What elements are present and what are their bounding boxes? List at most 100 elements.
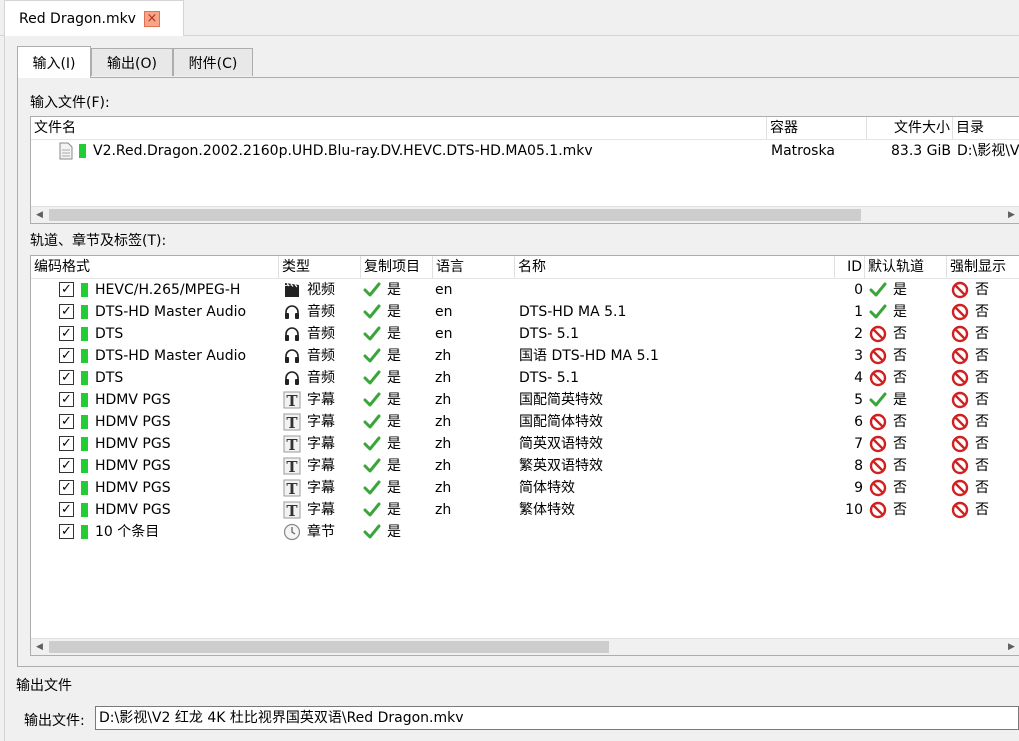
subtitle-icon: T bbox=[283, 479, 301, 498]
track-language: zh bbox=[435, 348, 452, 364]
track-forced: 否 bbox=[975, 480, 989, 496]
input-tab-panel: 输入文件(F): 文件名 容器 文件大小 目录 V2.Red.Dragon.20… bbox=[17, 77, 1019, 667]
check-icon bbox=[869, 281, 887, 299]
scroll-left-icon[interactable]: ◀ bbox=[31, 639, 48, 655]
track-checkbox[interactable]: ✓ bbox=[59, 414, 74, 429]
track-checkbox[interactable]: ✓ bbox=[59, 282, 74, 297]
tab-output[interactable]: 输出(O) bbox=[91, 48, 173, 76]
track-checkbox[interactable]: ✓ bbox=[59, 304, 74, 319]
no-icon bbox=[951, 413, 969, 431]
subtitle-icon: T bbox=[283, 457, 301, 476]
column-header-directory[interactable]: 目录 bbox=[953, 117, 1019, 139]
column-header-name[interactable]: 名称 bbox=[515, 256, 835, 278]
track-checkbox[interactable]: ✓ bbox=[59, 326, 74, 341]
track-row[interactable]: ✓ DTS 音频 是 en DTS- 5.1 2 否 否 bbox=[31, 323, 1019, 345]
track-default: 是 bbox=[893, 392, 907, 408]
track-row[interactable]: ✓ DTS-HD Master Audio 音频 是 en DTS-HD MA 5.1 1 是… bbox=[31, 301, 1019, 323]
no-icon bbox=[869, 457, 887, 475]
no-icon bbox=[869, 479, 887, 497]
no-icon bbox=[951, 391, 969, 409]
check-icon bbox=[363, 435, 381, 453]
track-row[interactable]: ✓ HEVC/H.265/MPEG-H 视频 是 en 0 是 否 bbox=[31, 279, 1019, 301]
headphones-icon bbox=[283, 369, 301, 387]
track-checkbox[interactable]: ✓ bbox=[59, 480, 74, 495]
track-name: 繁体特效 bbox=[519, 502, 575, 518]
track-row[interactable]: ✓ HDMV PGS T 字幕 是 zh 国配简体特效 6 否 否 bbox=[31, 411, 1019, 433]
track-codec: HDMV PGS bbox=[95, 502, 171, 518]
track-checkbox[interactable]: ✓ bbox=[59, 458, 74, 473]
track-row[interactable]: ✓ 10 个条目 章节 是 bbox=[31, 521, 1019, 543]
no-icon bbox=[951, 325, 969, 343]
tracks-list[interactable]: 编码格式 类型 复制项目 语言 名称 ID 默认轨道 强制显示 ✓ HEVC/H.… bbox=[30, 255, 1019, 656]
track-default: 是 bbox=[893, 282, 907, 298]
no-icon bbox=[951, 479, 969, 497]
track-status-indicator bbox=[81, 437, 88, 451]
track-codec: DTS-HD Master Audio bbox=[95, 348, 247, 364]
document-tab[interactable]: Red Dragon.mkv × bbox=[4, 0, 184, 36]
track-checkbox[interactable]: ✓ bbox=[59, 502, 74, 517]
column-header-id[interactable]: ID bbox=[835, 256, 865, 278]
column-header-filesize[interactable]: 文件大小 bbox=[867, 117, 953, 139]
track-row[interactable]: ✓ HDMV PGS T 字幕 是 zh 繁英双语特效 8 否 否 bbox=[31, 455, 1019, 477]
track-row[interactable]: ✓ HDMV PGS T 字幕 是 zh 国配简英特效 5 是 否 bbox=[31, 389, 1019, 411]
track-checkbox[interactable]: ✓ bbox=[59, 436, 74, 451]
track-checkbox[interactable]: ✓ bbox=[59, 392, 74, 407]
track-copy: 是 bbox=[387, 304, 401, 320]
track-name: 简体特效 bbox=[519, 480, 575, 496]
scroll-left-icon[interactable]: ◀ bbox=[31, 207, 48, 223]
track-forced: 否 bbox=[975, 502, 989, 518]
track-forced: 否 bbox=[975, 458, 989, 474]
column-header-filename[interactable]: 文件名 bbox=[31, 117, 767, 139]
column-header-type[interactable]: 类型 bbox=[279, 256, 361, 278]
input-files-hscrollbar[interactable]: ◀ ▶ bbox=[31, 206, 1019, 223]
track-row[interactable]: ✓ DTS-HD Master Audio 音频 是 zh 国语 DTS-HD MA 5.… bbox=[31, 345, 1019, 367]
track-default: 是 bbox=[893, 304, 907, 320]
input-file-row[interactable]: V2.Red.Dragon.2002.2160p.UHD.Blu-ray.DV.… bbox=[31, 140, 1019, 162]
subtitle-icon: T bbox=[283, 501, 301, 520]
check-icon bbox=[363, 281, 381, 299]
close-icon[interactable]: × bbox=[143, 10, 160, 27]
check-icon bbox=[363, 501, 381, 519]
track-checkbox[interactable]: ✓ bbox=[59, 370, 74, 385]
column-header-copy[interactable]: 复制项目 bbox=[361, 256, 433, 278]
scroll-thumb[interactable] bbox=[49, 209, 861, 221]
tracks-hscrollbar[interactable]: ◀ ▶ bbox=[31, 638, 1019, 655]
track-default: 否 bbox=[893, 370, 907, 386]
track-row[interactable]: ✓ HDMV PGS T 字幕 是 zh 简体特效 9 否 否 bbox=[31, 477, 1019, 499]
track-checkbox[interactable]: ✓ bbox=[59, 348, 74, 363]
track-language: zh bbox=[435, 458, 452, 474]
scroll-thumb[interactable] bbox=[49, 641, 609, 653]
check-icon bbox=[363, 347, 381, 365]
track-forced: 否 bbox=[975, 348, 989, 364]
track-forced: 否 bbox=[975, 304, 989, 320]
track-default: 否 bbox=[893, 502, 907, 518]
track-language: zh bbox=[435, 392, 452, 408]
track-language: zh bbox=[435, 436, 452, 452]
tab-input[interactable]: 输入(I) bbox=[17, 46, 91, 78]
column-header-forced[interactable]: 强制显示 bbox=[947, 256, 1019, 278]
column-header-language[interactable]: 语言 bbox=[433, 256, 515, 278]
track-row[interactable]: ✓ DTS 音频 是 zh DTS- 5.1 4 否 否 bbox=[31, 367, 1019, 389]
column-header-default[interactable]: 默认轨道 bbox=[865, 256, 947, 278]
track-row[interactable]: ✓ HDMV PGS T 字幕 是 zh 简英双语特效 7 否 否 bbox=[31, 433, 1019, 455]
no-icon bbox=[951, 303, 969, 321]
output-file-input[interactable]: D:\影视\V2 红龙 4K 杜比视界国英双语\Red Dragon.mkv bbox=[95, 706, 1019, 730]
track-type: 章节 bbox=[307, 524, 335, 540]
no-icon bbox=[869, 501, 887, 519]
scroll-right-icon[interactable]: ▶ bbox=[1003, 639, 1019, 655]
no-icon bbox=[869, 325, 887, 343]
tab-attachments[interactable]: 附件(C) bbox=[173, 48, 253, 76]
check-icon bbox=[363, 303, 381, 321]
track-copy: 是 bbox=[387, 436, 401, 452]
column-header-codec[interactable]: 编码格式 bbox=[31, 256, 279, 278]
track-row[interactable]: ✓ HDMV PGS T 字幕 是 zh 繁体特效 10 否 否 bbox=[31, 499, 1019, 521]
track-checkbox[interactable]: ✓ bbox=[59, 524, 74, 539]
input-files-list[interactable]: 文件名 容器 文件大小 目录 V2.Red.Dragon.2002.2160p.… bbox=[30, 116, 1019, 224]
track-type: 字幕 bbox=[307, 502, 335, 518]
track-copy: 是 bbox=[387, 348, 401, 364]
track-copy: 是 bbox=[387, 502, 401, 518]
scroll-right-icon[interactable]: ▶ bbox=[1003, 207, 1019, 223]
column-header-container[interactable]: 容器 bbox=[767, 117, 867, 139]
track-name: 国配简体特效 bbox=[519, 414, 603, 430]
track-copy: 是 bbox=[387, 480, 401, 496]
